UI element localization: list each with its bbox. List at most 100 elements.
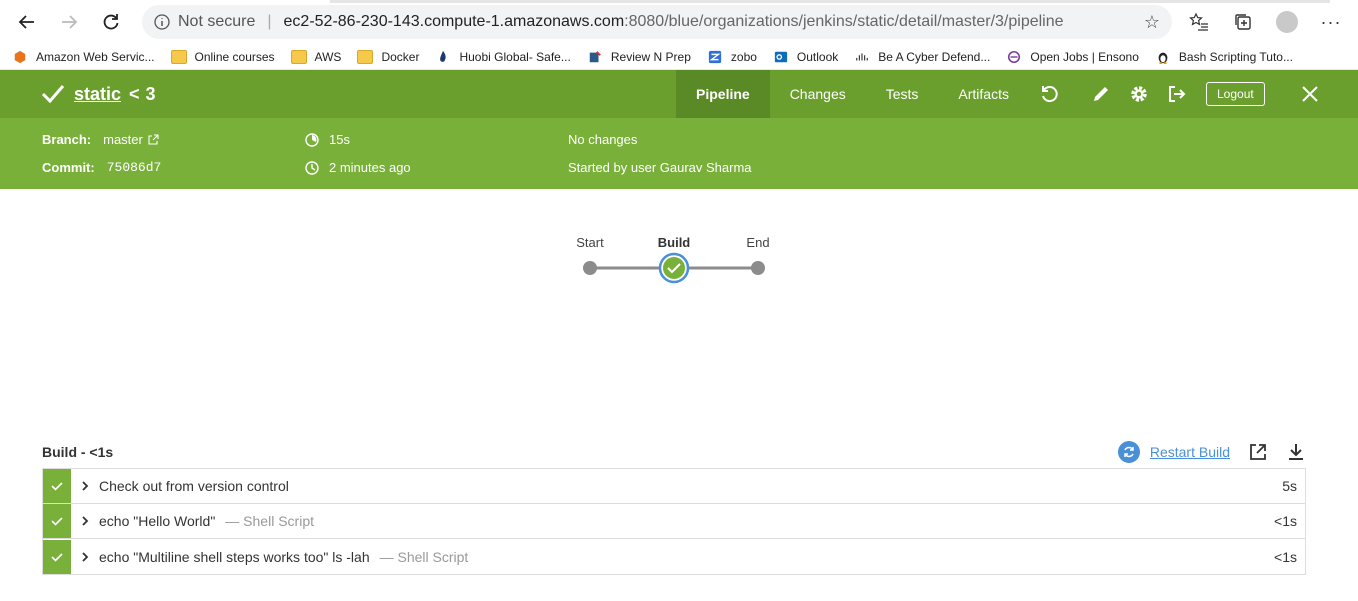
linux-icon [1158,52,1168,64]
step-duration: 5s [1282,478,1297,494]
browser-actions: ··· [1182,5,1348,39]
collections-icon [1235,14,1251,30]
bookmark-label: Huobi Global- Safe... [459,49,571,64]
header-actions: Logout [1030,70,1329,118]
collections-button[interactable] [1226,5,1260,39]
run-separator: < [129,83,140,104]
bookmark-outlook[interactable]: Outlook [773,50,838,64]
duration-row: 15s [305,132,350,147]
commit-row: Commit: 75086d7 [42,160,161,175]
stage-node-start[interactable] [583,261,597,275]
step-row[interactable]: Check out from version control 5s [43,469,1305,504]
favorite-star-icon[interactable]: ☆ [1144,12,1160,33]
step-name: echo "Hello World" [99,513,216,529]
restart-arrows-icon [1124,446,1134,458]
branch-value[interactable]: master [103,132,143,147]
avatar [1276,11,1298,33]
step-success-badge [43,539,71,574]
commit-hash: 75086d7 [106,160,162,175]
success-check-icon [41,85,65,104]
run-details: Branch: master Commit: 75086d7 15s 2 min… [0,118,1358,189]
clock-icon [305,160,319,175]
exit-icon [1169,86,1186,102]
folder-icon [357,49,374,64]
browser-toolbar: Not secure | ec2-52-86-230-143.compute-1… [0,0,1358,44]
classic-ui-button[interactable] [1158,84,1196,104]
bookmarks-bar: Amazon Web Servic... Online courses AWS … [0,44,1358,70]
favorites-button[interactable] [1182,5,1216,39]
pipeline-graph: Start Build End [0,189,1358,429]
bookmark-label: Docker [381,49,420,64]
restart-icon[interactable] [1117,441,1140,463]
tab-tests[interactable]: Tests [866,70,939,118]
aws-icon [14,50,26,63]
bookmark-aws-console[interactable]: Amazon Web Servic... [12,50,155,64]
ellipsis-icon: ··· [1320,11,1342,32]
open-in-new-icon[interactable] [1248,442,1268,462]
started-by-text: Started by user Gaurav Sharma [568,160,752,175]
stage-node-end[interactable] [751,261,765,275]
url-path: :8080/blue/organizations/jenkins/static/… [624,13,1064,30]
forward-button[interactable] [52,5,86,39]
chevron-right-icon[interactable] [71,551,99,562]
check-icon [51,482,63,491]
step-name: Check out from version control [99,478,289,494]
step-success-badge [43,504,71,538]
profile-button[interactable] [1270,5,1304,39]
job-name-link[interactable]: static [74,84,121,105]
pencil-icon [1094,87,1108,101]
bookmark-aws[interactable]: AWS [290,49,341,64]
download-icon[interactable] [1286,442,1306,462]
bookmark-label: Review N Prep [610,49,691,64]
close-button[interactable] [1291,85,1329,103]
run-header: static < 3 Pipeline Changes Tests Artifa… [0,70,1358,118]
restart-build-link[interactable]: Restart Build [1150,444,1230,460]
bookmark-zobo[interactable]: zobo [707,50,757,64]
huobi-icon [440,50,447,62]
bookmark-label: Amazon Web Servic... [36,49,155,64]
logout-button[interactable]: Logout [1206,82,1265,106]
step-type: — Shell Script [225,513,314,529]
address-bar[interactable]: Not secure | ec2-52-86-230-143.compute-1… [142,5,1172,39]
bookmark-bash-scripting[interactable]: Bash Scripting Tuto... [1155,50,1293,64]
external-link-icon[interactable] [147,133,159,146]
bookmark-label: Be A Cyber Defend... [878,49,991,64]
reload-button[interactable] [94,5,128,39]
steps-header: Build - <1s Restart Build [42,441,1306,463]
edit-button[interactable] [1082,84,1120,104]
reload-icon [103,14,119,30]
cisco-icon [856,53,869,60]
rerun-button[interactable] [1030,84,1068,104]
outlook-icon [774,51,788,62]
chevron-right-icon[interactable] [71,516,99,526]
bookmark-online-courses[interactable]: Online courses [170,49,275,64]
tab-changes[interactable]: Changes [770,70,866,118]
bookmark-huobi[interactable]: Huobi Global- Safe... [435,49,571,64]
step-row[interactable]: echo "Multiline shell steps works too" l… [43,539,1305,574]
bookmark-docker[interactable]: Docker [357,49,420,64]
configure-button[interactable] [1120,83,1158,105]
branch-row: Branch: master [42,132,159,147]
pipeline-track [583,252,765,284]
commit-label: Commit: [42,160,95,175]
info-icon[interactable] [154,14,170,30]
steps-actions: Restart Build [1117,441,1306,463]
bookmark-cyber-defender[interactable]: Be A Cyber Defend... [854,50,990,64]
more-menu-button[interactable]: ··· [1314,5,1348,39]
stage-node-build[interactable] [663,257,685,279]
steps-list: Check out from version control 5s echo "… [42,468,1306,575]
tab-artifacts[interactable]: Artifacts [938,70,1029,118]
back-button[interactable] [10,5,44,39]
bookmark-ensono-jobs[interactable]: Open Jobs | Ensono [1006,50,1139,64]
bookmark-review-n-prep[interactable]: Review N Prep [587,50,691,64]
chevron-right-icon[interactable] [71,481,99,491]
step-name: echo "Multiline shell steps works too" l… [99,548,370,565]
run-number: 3 [145,83,156,104]
tab-pipeline[interactable]: Pipeline [676,70,770,118]
check-icon [51,517,63,526]
step-duration: <1s [1274,548,1297,565]
folder-icon [290,49,307,64]
tab-strip-edge [330,0,1330,3]
bookmark-label: Bash Scripting Tuto... [1178,49,1293,64]
step-row[interactable]: echo "Hello World" — Shell Script <1s [43,504,1305,539]
